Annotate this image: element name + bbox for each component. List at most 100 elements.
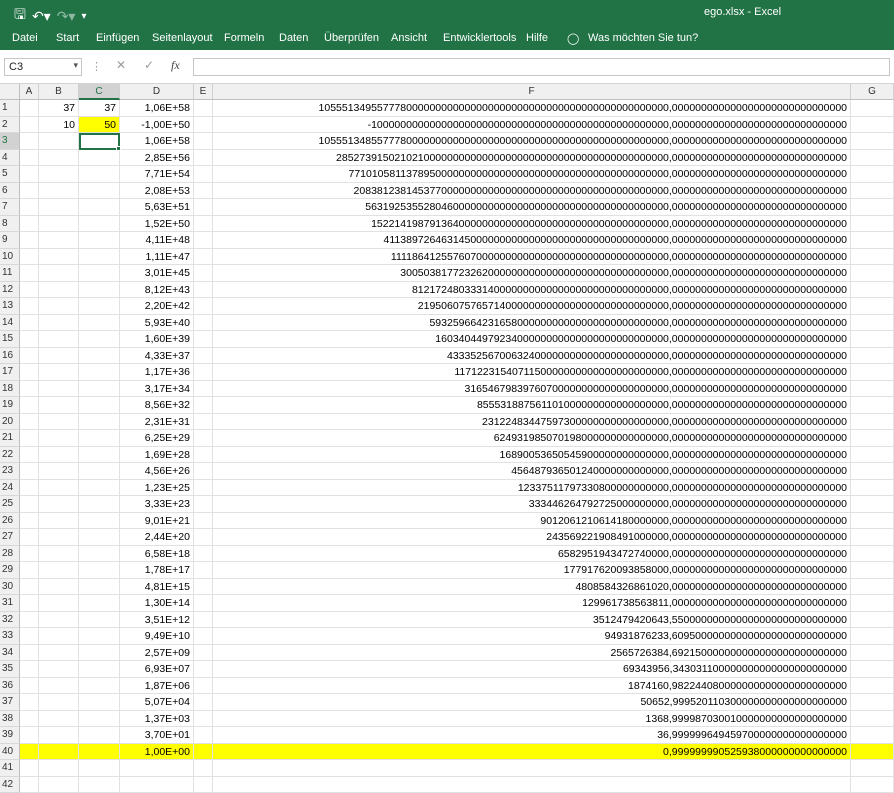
cell-b5[interactable] — [39, 166, 79, 183]
cell-a5[interactable] — [20, 166, 39, 183]
cell-b31[interactable] — [39, 595, 79, 612]
cell-a28[interactable] — [20, 546, 39, 563]
cell-d12[interactable]: 8,12E+43 — [120, 282, 194, 299]
cell-g13[interactable] — [851, 298, 894, 315]
cell-c35[interactable] — [79, 661, 120, 678]
cell-b3[interactable] — [39, 133, 79, 150]
cell-g34[interactable] — [851, 645, 894, 662]
row-header[interactable]: 40 — [0, 744, 20, 761]
cell-d2[interactable]: -1,00E+50 — [120, 117, 194, 134]
cell-d16[interactable]: 4,33E+37 — [120, 348, 194, 365]
row-header[interactable]: 15 — [0, 331, 20, 348]
cell-f2[interactable]: -100000000000000000000000000000000000000… — [213, 117, 851, 134]
cell-e11[interactable] — [194, 265, 213, 282]
cell-a31[interactable] — [20, 595, 39, 612]
cell-b22[interactable] — [39, 447, 79, 464]
cell-b23[interactable] — [39, 463, 79, 480]
drag-handle-icon[interactable]: ⋮ — [91, 60, 102, 73]
undo-icon[interactable]: ↶▾ — [32, 8, 51, 25]
cell-f40[interactable]: 0,999999990525938000000000000000 — [213, 744, 851, 761]
cell-b41[interactable] — [39, 760, 79, 777]
cell-c41[interactable] — [79, 760, 120, 777]
tab-hilfe[interactable]: Hilfe — [526, 32, 548, 44]
cell-e26[interactable] — [194, 513, 213, 530]
cell-f35[interactable]: 69343956,343031100000000000000000000000 — [213, 661, 851, 678]
tab-entwicklertools[interactable]: Entwicklertools — [443, 32, 516, 44]
cell-c6[interactable] — [79, 183, 120, 200]
cell-g3[interactable] — [851, 133, 894, 150]
cell-e9[interactable] — [194, 232, 213, 249]
cell-g16[interactable] — [851, 348, 894, 365]
cell-d31[interactable]: 1,30E+14 — [120, 595, 194, 612]
cell-a14[interactable] — [20, 315, 39, 332]
cell-g20[interactable] — [851, 414, 894, 431]
cell-d8[interactable]: 1,52E+50 — [120, 216, 194, 233]
cell-d28[interactable]: 6,58E+18 — [120, 546, 194, 563]
cell-a18[interactable] — [20, 381, 39, 398]
cell-a25[interactable] — [20, 496, 39, 513]
cell-c39[interactable] — [79, 727, 120, 744]
cell-d14[interactable]: 5,93E+40 — [120, 315, 194, 332]
cell-d15[interactable]: 1,60E+39 — [120, 331, 194, 348]
row-header[interactable]: 7 — [0, 199, 20, 216]
cell-e7[interactable] — [194, 199, 213, 216]
tab-daten[interactable]: Daten — [279, 32, 308, 44]
cell-e13[interactable] — [194, 298, 213, 315]
row-header[interactable]: 27 — [0, 529, 20, 546]
cell-e6[interactable] — [194, 183, 213, 200]
cell-c38[interactable] — [79, 711, 120, 728]
cell-a4[interactable] — [20, 150, 39, 167]
cell-e25[interactable] — [194, 496, 213, 513]
cell-f7[interactable]: 5631925355280460000000000000000000000000… — [213, 199, 851, 216]
row-header[interactable]: 37 — [0, 694, 20, 711]
row-header[interactable]: 26 — [0, 513, 20, 530]
cell-e41[interactable] — [194, 760, 213, 777]
cell-c8[interactable] — [79, 216, 120, 233]
row-header[interactable]: 28 — [0, 546, 20, 563]
cell-g15[interactable] — [851, 331, 894, 348]
cell-g26[interactable] — [851, 513, 894, 530]
row-header[interactable]: 42 — [0, 777, 20, 793]
cell-d23[interactable]: 4,56E+26 — [120, 463, 194, 480]
cell-a20[interactable] — [20, 414, 39, 431]
cell-g11[interactable] — [851, 265, 894, 282]
cell-f32[interactable]: 3512479420643,55000000000000000000000000… — [213, 612, 851, 629]
cell-c33[interactable] — [79, 628, 120, 645]
cell-f28[interactable]: 6582951943472740000,00000000000000000000… — [213, 546, 851, 563]
row-header[interactable]: 17 — [0, 364, 20, 381]
cell-d13[interactable]: 2,20E+42 — [120, 298, 194, 315]
cell-a19[interactable] — [20, 397, 39, 414]
row-header[interactable]: 35 — [0, 661, 20, 678]
cell-g41[interactable] — [851, 760, 894, 777]
cell-g35[interactable] — [851, 661, 894, 678]
cell-a23[interactable] — [20, 463, 39, 480]
cell-g17[interactable] — [851, 364, 894, 381]
cell-d22[interactable]: 1,69E+28 — [120, 447, 194, 464]
cell-a32[interactable] — [20, 612, 39, 629]
cell-c13[interactable] — [79, 298, 120, 315]
cell-f19[interactable]: 855531887561101000000000000000000,000000… — [213, 397, 851, 414]
cell-b33[interactable] — [39, 628, 79, 645]
cell-f18[interactable]: 31654679839760700000000000000000000,0000… — [213, 381, 851, 398]
cell-c11[interactable] — [79, 265, 120, 282]
cell-d29[interactable]: 1,78E+17 — [120, 562, 194, 579]
cell-c23[interactable] — [79, 463, 120, 480]
cell-f14[interactable]: 5932596642316580000000000000000000000000… — [213, 315, 851, 332]
row-header[interactable]: 9 — [0, 232, 20, 249]
cell-a16[interactable] — [20, 348, 39, 365]
row-header[interactable]: 1 — [0, 100, 20, 117]
cell-b27[interactable] — [39, 529, 79, 546]
cell-c32[interactable] — [79, 612, 120, 629]
cell-d11[interactable]: 3,01E+45 — [120, 265, 194, 282]
row-header[interactable]: 20 — [0, 414, 20, 431]
cell-d3[interactable]: 1,06E+58 — [120, 133, 194, 150]
cell-d39[interactable]: 3,70E+01 — [120, 727, 194, 744]
cell-b32[interactable] — [39, 612, 79, 629]
cell-e5[interactable] — [194, 166, 213, 183]
cell-b28[interactable] — [39, 546, 79, 563]
cell-a37[interactable] — [20, 694, 39, 711]
cell-e34[interactable] — [194, 645, 213, 662]
cell-c4[interactable] — [79, 150, 120, 167]
cell-a24[interactable] — [20, 480, 39, 497]
cell-a33[interactable] — [20, 628, 39, 645]
